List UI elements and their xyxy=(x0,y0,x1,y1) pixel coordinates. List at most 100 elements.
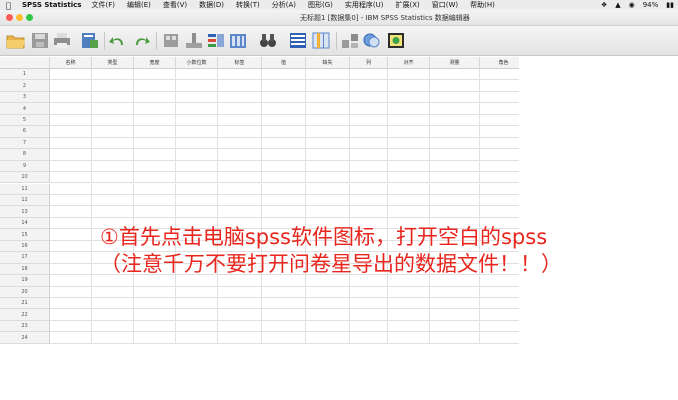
grid-cell[interactable] xyxy=(262,298,306,310)
row-number[interactable]: 1 xyxy=(0,69,50,81)
grid-cell[interactable] xyxy=(218,320,262,333)
row-number[interactable]: 15 xyxy=(0,229,50,241)
grid-cell[interactable] xyxy=(134,320,176,333)
grid-cell[interactable] xyxy=(134,91,176,104)
row-number[interactable]: 4 xyxy=(0,103,50,115)
row-number[interactable]: 3 xyxy=(0,91,50,104)
menu-view[interactable]: 查看(V) xyxy=(163,0,187,10)
close-button[interactable] xyxy=(6,14,13,21)
grid-cell[interactable] xyxy=(176,298,218,310)
menu-extensions[interactable]: 扩展(X) xyxy=(395,0,419,10)
grid-cell[interactable] xyxy=(430,194,480,207)
grid-cell[interactable] xyxy=(218,114,262,127)
grid-cell[interactable] xyxy=(50,275,92,287)
grid-cell[interactable] xyxy=(218,194,262,207)
grid-cell[interactable] xyxy=(176,194,218,207)
grid-cell[interactable] xyxy=(50,263,92,276)
menu-transform[interactable]: 转换(T) xyxy=(236,0,260,10)
grid-cell[interactable] xyxy=(92,91,134,104)
grid-cell[interactable] xyxy=(50,229,92,241)
grid-cell[interactable] xyxy=(306,332,350,344)
grid-cell[interactable] xyxy=(50,194,92,207)
menu-utilities[interactable]: 实用程序(U) xyxy=(345,0,384,10)
grid-cell[interactable] xyxy=(306,160,350,173)
grid-cell[interactable] xyxy=(50,103,92,115)
undo-icon[interactable] xyxy=(108,31,128,50)
grid-cell[interactable] xyxy=(350,332,388,344)
grid-cell[interactable] xyxy=(430,183,480,195)
data-view-icon[interactable] xyxy=(228,31,248,50)
grid-cell[interactable] xyxy=(388,80,430,92)
row-number[interactable]: 7 xyxy=(0,137,50,150)
grid-cell[interactable] xyxy=(176,137,218,150)
column-header[interactable]: 名称 xyxy=(50,57,92,69)
grid-cell[interactable] xyxy=(306,149,350,161)
grid-cell[interactable] xyxy=(176,126,218,138)
grid-cell[interactable] xyxy=(50,172,92,184)
row-number[interactable]: 21 xyxy=(0,298,50,310)
grid-cell[interactable] xyxy=(430,149,480,161)
grid-cell[interactable] xyxy=(134,298,176,310)
grid-cell[interactable] xyxy=(134,126,176,138)
grid-cell[interactable] xyxy=(350,114,388,127)
grid-cell[interactable] xyxy=(92,114,134,127)
grid-cell[interactable] xyxy=(430,69,480,81)
variables-icon[interactable] xyxy=(206,31,226,50)
grid-cell[interactable] xyxy=(262,103,306,115)
grid-cell[interactable] xyxy=(50,137,92,150)
grid-cell[interactable] xyxy=(388,69,430,81)
minimize-button[interactable] xyxy=(16,14,23,21)
grid-cell[interactable] xyxy=(350,206,388,218)
find-binoculars-icon[interactable] xyxy=(258,31,278,50)
grid-cell[interactable] xyxy=(176,80,218,92)
grid-cell[interactable] xyxy=(430,206,480,218)
grid-cell[interactable] xyxy=(218,91,262,104)
grid-cell[interactable] xyxy=(176,160,218,173)
value-labels-icon[interactable] xyxy=(362,31,382,50)
row-number[interactable]: 20 xyxy=(0,286,50,298)
grid-cell[interactable] xyxy=(176,206,218,218)
grid-cell[interactable] xyxy=(50,309,92,321)
grid-cell[interactable] xyxy=(176,91,218,104)
grid-cell[interactable] xyxy=(176,183,218,195)
menu-window[interactable]: 窗口(W) xyxy=(432,0,458,10)
grid-cell[interactable] xyxy=(134,309,176,321)
grid-cell[interactable] xyxy=(306,298,350,310)
grid-cell[interactable] xyxy=(176,309,218,321)
goto-variable-icon[interactable] xyxy=(184,31,204,50)
row-number[interactable]: 17 xyxy=(0,252,50,264)
grid-cell[interactable] xyxy=(306,286,350,298)
grid-cell[interactable] xyxy=(50,126,92,138)
grid-cell[interactable] xyxy=(350,80,388,92)
grid-cell[interactable] xyxy=(92,69,134,81)
grid-cell[interactable] xyxy=(176,69,218,81)
print-icon[interactable] xyxy=(52,31,72,50)
grid-cell[interactable] xyxy=(92,194,134,207)
grid-cell[interactable] xyxy=(134,160,176,173)
grid-cell[interactable] xyxy=(388,286,430,298)
grid-cell[interactable] xyxy=(388,298,430,310)
grid-cell[interactable] xyxy=(350,103,388,115)
grid-cell[interactable] xyxy=(50,149,92,161)
column-header[interactable]: 测量 xyxy=(430,57,480,69)
wifi-icon[interactable]: ◉ xyxy=(629,1,635,9)
row-number[interactable]: 23 xyxy=(0,320,50,333)
grid-cell[interactable] xyxy=(262,320,306,333)
grid-cell[interactable] xyxy=(50,252,92,264)
grid-cell[interactable] xyxy=(388,126,430,138)
battery-icon[interactable]: ▮▮ xyxy=(666,1,674,9)
grid-cell[interactable] xyxy=(134,149,176,161)
grid-cell[interactable] xyxy=(430,126,480,138)
grid-cell[interactable] xyxy=(92,126,134,138)
volume-icon[interactable]: ▲ xyxy=(615,1,620,9)
grid-cell[interactable] xyxy=(350,69,388,81)
grid-cell[interactable] xyxy=(134,103,176,115)
row-number[interactable]: 24 xyxy=(0,332,50,344)
grid-cell[interactable] xyxy=(176,332,218,344)
grid-cell[interactable] xyxy=(262,194,306,207)
grid-cell[interactable] xyxy=(306,194,350,207)
zoom-button[interactable] xyxy=(26,14,33,21)
grid-cell[interactable] xyxy=(350,137,388,150)
grid-cell[interactable] xyxy=(92,286,134,298)
grid-cell[interactable] xyxy=(262,80,306,92)
